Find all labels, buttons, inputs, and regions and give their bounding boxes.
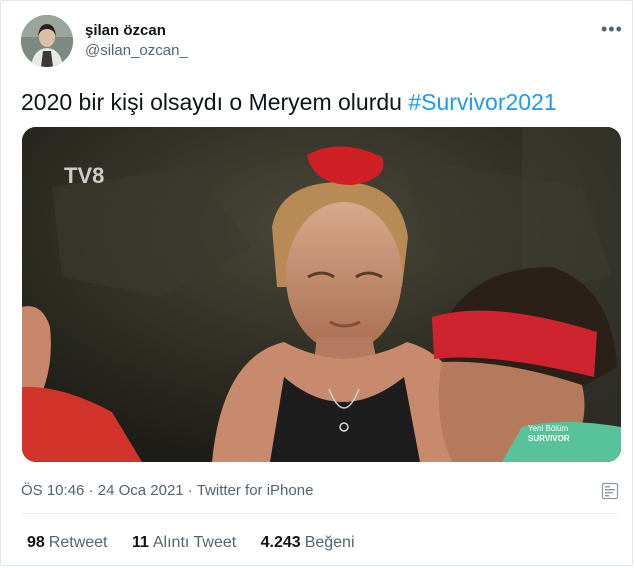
avatar-image xyxy=(21,15,73,67)
media-image: TV8 Yeni Bölüm SURVIVOR xyxy=(22,127,621,462)
tweet-meta: ÖS 10:46 · 24 Oca 2021 · Twitter for iPh… xyxy=(21,482,313,499)
retweets-label: Retweet xyxy=(48,534,108,551)
hashtag-link[interactable]: #Survivor2021 xyxy=(408,89,556,115)
media-caption-line2: SURVIVOR xyxy=(528,434,570,443)
divider xyxy=(21,513,617,514)
avatar[interactable] xyxy=(21,15,73,67)
quotes-stat[interactable]: 11 Alıntı Tweet xyxy=(132,534,236,552)
tweet-date[interactable]: 24 Oca 2021 xyxy=(98,482,184,499)
meta-separator: · xyxy=(84,482,98,499)
tweet-time[interactable]: ÖS 10:46 xyxy=(21,482,84,499)
likes-stat[interactable]: 4.243 Beğeni xyxy=(261,534,355,552)
tweet-stats: 98 Retweet 11 Alıntı Tweet 4.243 Beğeni xyxy=(27,534,375,552)
display-name[interactable]: şilan özcan xyxy=(85,22,166,39)
likes-label: Beğeni xyxy=(304,534,355,551)
media-caption-line1: Yeni Bölüm xyxy=(528,424,569,433)
tweet-media[interactable]: TV8 Yeni Bölüm SURVIVOR xyxy=(22,127,621,462)
more-dots-icon[interactable]: ••• xyxy=(601,19,623,40)
quotes-count: 11 xyxy=(131,534,149,551)
likes-count: 4.243 xyxy=(260,534,301,551)
quotes-label: Alıntı Tweet xyxy=(152,534,237,551)
analytics-icon[interactable] xyxy=(601,482,619,500)
tweet-card: şilan özcan @silan_ozcan_ ••• 2020 bir k… xyxy=(0,0,633,566)
retweets-stat[interactable]: 98 Retweet xyxy=(27,534,108,552)
meta-separator: · xyxy=(183,482,197,499)
user-handle[interactable]: @silan_ozcan_ xyxy=(85,42,188,59)
tv8-watermark: TV8 xyxy=(64,163,104,188)
tweet-source[interactable]: Twitter for iPhone xyxy=(197,482,314,499)
tweet-text: 2020 bir kişi olsaydı o Meryem olurdu #S… xyxy=(21,88,557,116)
tweet-body: 2020 bir kişi olsaydı o Meryem olurdu xyxy=(21,89,409,115)
retweets-count: 98 xyxy=(27,534,45,551)
